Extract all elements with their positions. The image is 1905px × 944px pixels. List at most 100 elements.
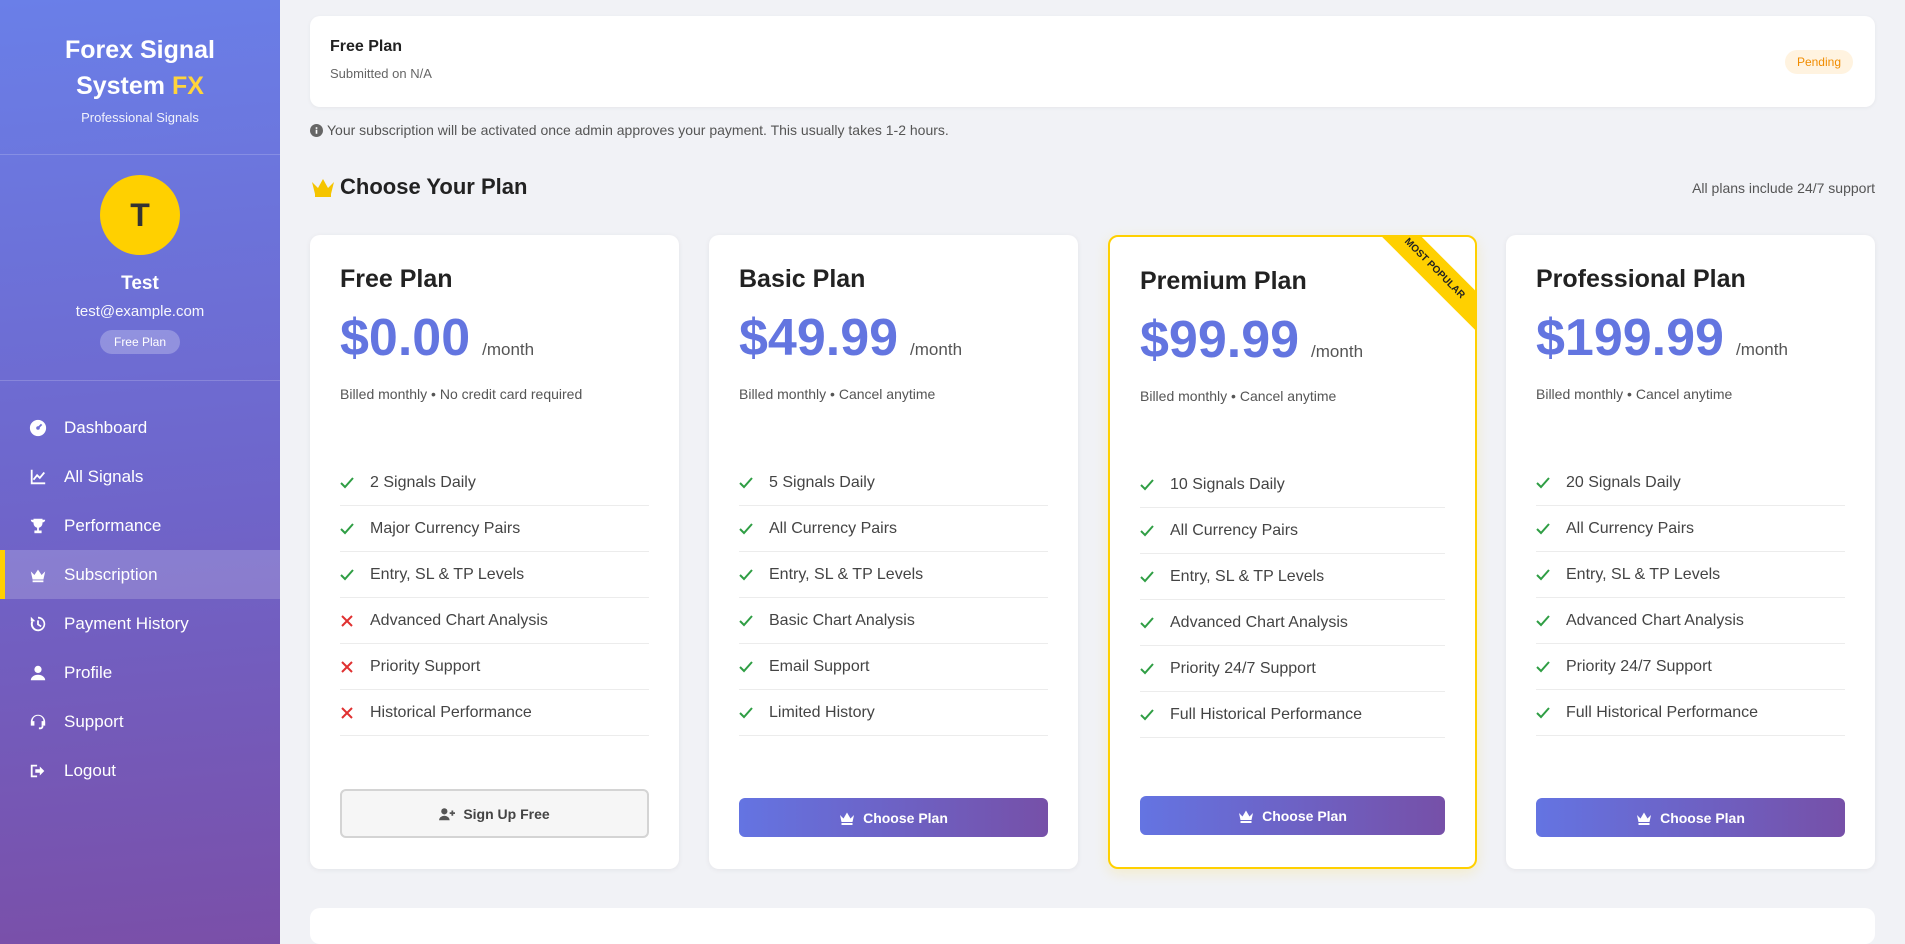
sidebar-item-performance[interactable]: Performance [0,501,280,550]
brand-title: Forex Signal System FX [0,32,280,104]
sidebar-item-label: Logout [64,760,116,780]
activation-notice: Your subscription will be activated once… [310,122,949,138]
user-name: Test [121,273,159,294]
plan-period: /month [482,340,535,359]
brand-fx: FX [171,72,204,100]
sidebar-item-profile[interactable]: Profile [0,648,280,697]
feature-item: Entry, SL & TP Levels [1140,554,1445,600]
brand-line-2: System FX [0,68,280,104]
choose-premium-plan-button[interactable]: Choose Plan [1140,796,1445,835]
feature-item: Historical Performance [340,690,649,736]
feature-item: 5 Signals Daily [739,460,1048,506]
price-row: $0.00 /month [340,308,649,368]
feature-text: Full Historical Performance [1566,703,1759,721]
plan-card-free: Free Plan $0.00 /month Billed monthly • … [310,235,679,869]
button-label: Sign Up Free [463,805,550,822]
feature-item: 20 Signals Daily [1536,460,1845,506]
choose-basic-plan-button[interactable]: Choose Plan [739,798,1048,837]
feature-text: Advanced Chart Analysis [1566,611,1744,629]
feature-text: Entry, SL & TP Levels [1566,565,1721,583]
feature-item: Limited History [739,690,1048,736]
plan-name: Premium Plan [1140,267,1307,295]
feature-text: 5 Signals Daily [769,473,875,491]
section-title-text: Choose Your Plan [340,174,528,199]
choose-professional-plan-button[interactable]: Choose Plan [1536,798,1845,837]
feature-item: Priority Support [340,644,649,690]
plan-billing: Billed monthly • Cancel anytime [1536,386,1733,402]
cross-icon [340,706,370,720]
sidebar-item-label: Payment History [64,613,189,633]
headset-icon [28,712,48,732]
plan-period: /month [910,340,963,359]
feature-text: Advanced Chart Analysis [1170,613,1348,631]
plan-card-professional: Professional Plan $199.99 /month Billed … [1506,235,1875,869]
feature-list: 10 Signals Daily All Currency Pairs Entr… [1140,462,1445,738]
check-icon [739,614,769,628]
plan-billing: Billed monthly • Cancel anytime [1140,388,1337,404]
check-icon [1536,568,1566,582]
plan-name: Free Plan [340,265,453,293]
button-label: Choose Plan [1262,807,1347,824]
feature-item: Advanced Chart Analysis [340,598,649,644]
plan-price: $49.99 [739,309,899,367]
check-icon [1140,570,1170,584]
section-note: All plans include 24/7 support [1692,180,1875,196]
sign-up-free-button[interactable]: Sign Up Free [340,789,649,838]
feature-list: 20 Signals Daily All Currency Pairs Entr… [1536,460,1845,736]
plans-grid: Free Plan $0.00 /month Billed monthly • … [310,235,1875,870]
sidebar-item-support[interactable]: Support [0,697,280,746]
plan-pill: Free Plan [99,330,181,354]
check-icon [340,476,370,490]
section-title: Choose Your Plan [310,174,527,200]
feature-list: 2 Signals Daily Major Currency Pairs Ent… [340,460,649,736]
subscription-status-card: Free Plan Submitted on N/A Pending [310,16,1875,107]
plan-period: /month [1311,342,1364,361]
feature-text: Priority 24/7 Support [1170,659,1316,677]
sidebar-item-dashboard[interactable]: Dashboard [0,403,280,452]
feature-text: Priority 24/7 Support [1566,657,1712,675]
check-icon [739,522,769,536]
button-label: Choose Plan [863,809,948,826]
trophy-icon [28,516,48,536]
sidebar-item-all-signals[interactable]: All Signals [0,452,280,501]
check-icon [739,568,769,582]
feature-text: Email Support [769,657,870,675]
plan-card-basic: Basic Plan $49.99 /month Billed monthly … [709,235,1078,869]
crown-icon [312,179,334,197]
plan-name: Professional Plan [1536,265,1746,293]
feature-text: Priority Support [370,657,481,675]
check-icon [1536,660,1566,674]
check-icon [1140,662,1170,676]
sidebar-item-label: Profile [64,662,113,682]
sidebar-item-subscription[interactable]: Subscription [0,550,280,599]
plan-card-premium: MOST POPULAR Premium Plan $99.99 /month … [1108,235,1477,869]
feature-item: All Currency Pairs [739,506,1048,552]
check-icon [1536,476,1566,490]
feature-text: Limited History [769,703,875,721]
avatar: T [100,175,180,255]
feature-text: 20 Signals Daily [1566,473,1681,491]
crown-icon [28,565,48,585]
feature-text: Full Historical Performance [1170,705,1363,723]
feature-item: Entry, SL & TP Levels [739,552,1048,598]
check-icon [1140,616,1170,630]
feature-item: Advanced Chart Analysis [1536,598,1845,644]
sidebar-item-label: Dashboard [64,417,148,437]
status-title: Free Plan [330,38,403,55]
brand: Forex Signal System FX Professional Sign… [0,0,280,155]
check-icon [1536,706,1566,720]
crown-icon [1239,810,1254,823]
crown-icon [840,812,855,825]
feature-text: Entry, SL & TP Levels [370,565,525,583]
feature-text: Entry, SL & TP Levels [769,565,924,583]
feature-item: Advanced Chart Analysis [1140,600,1445,646]
status-date: Submitted on N/A [330,66,432,81]
sidebar-item-payment-history[interactable]: Payment History [0,599,280,648]
feature-text: Advanced Chart Analysis [370,611,548,629]
sidebar-item-logout[interactable]: Logout [0,746,280,795]
feature-item: Entry, SL & TP Levels [340,552,649,598]
feature-item: Priority 24/7 Support [1140,646,1445,692]
sidebar-nav: Dashboard All Signals Performance Subscr… [0,403,280,795]
feature-item: Priority 24/7 Support [1536,644,1845,690]
feature-item: All Currency Pairs [1536,506,1845,552]
